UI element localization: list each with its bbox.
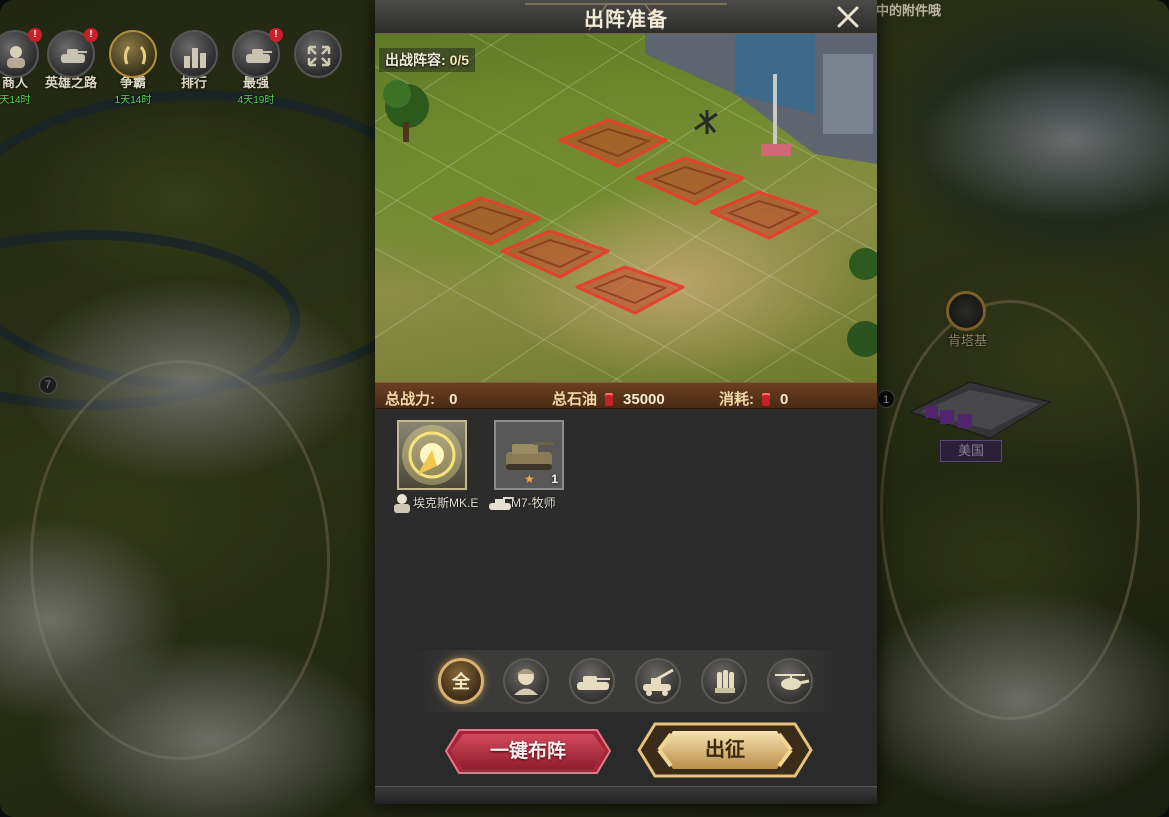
auto-deploy-button[interactable]: 一键布阵 bbox=[445, 729, 611, 774]
lineup-label: 出战阵容: bbox=[385, 52, 446, 68]
total-oil: 总石油 35000 bbox=[552, 388, 665, 409]
oil-label: 总石油 bbox=[552, 391, 598, 408]
activity-ranking[interactable]: 排行 bbox=[167, 30, 221, 100]
oil-icon bbox=[605, 393, 614, 406]
badge: ! bbox=[84, 28, 98, 42]
soldier-icon bbox=[514, 669, 538, 695]
stats-bar: 总战力: 0 总石油 35000 消耗: 0 bbox=[375, 382, 877, 409]
unit-level: 1 bbox=[551, 472, 558, 486]
hero-soldier-icon bbox=[402, 425, 462, 485]
battlefield-view: 出战阵容: 0/5 bbox=[375, 34, 877, 382]
activity-timer: 1天14时 bbox=[114, 95, 152, 106]
star-icon: ★ bbox=[524, 472, 535, 486]
power-label: 总战力: bbox=[385, 391, 435, 408]
deploy-slot[interactable] bbox=[558, 118, 668, 168]
deploy-slot[interactable] bbox=[431, 196, 541, 246]
missile-icon bbox=[715, 670, 735, 693]
cost-label: 消耗: bbox=[719, 391, 754, 408]
deploy-slot[interactable] bbox=[709, 190, 819, 240]
all-icon: 全 bbox=[452, 672, 470, 692]
deploy-slot[interactable] bbox=[635, 156, 745, 206]
battle-prep-panel: 出阵准备 出战阵容: 0/5 总战力: 0 总石油 35000 消耗: 0 埃克… bbox=[375, 0, 877, 804]
helicopter-icon bbox=[775, 674, 810, 690]
expand-icon bbox=[294, 30, 342, 78]
unit-name: 埃克斯MK.E bbox=[413, 496, 479, 510]
deploy-slot[interactable] bbox=[500, 229, 610, 279]
total-power: 总战力: 0 bbox=[385, 388, 458, 409]
panel-title: 出阵准备 bbox=[584, 9, 668, 31]
unit-card-m7[interactable]: 1 ★ bbox=[494, 420, 564, 490]
filter-artillery[interactable] bbox=[635, 658, 681, 704]
artillery-icon bbox=[643, 668, 674, 696]
oil-value: 35000 bbox=[623, 391, 665, 408]
filter-all[interactable]: 全 bbox=[438, 658, 484, 704]
cost-value: 0 bbox=[780, 391, 789, 408]
unit-roster: 埃克斯MK.E 1 ★ M7-牧师 bbox=[375, 409, 877, 647]
activity-timer: 天14时 bbox=[0, 95, 31, 106]
oil-icon bbox=[762, 393, 770, 406]
activity-merchant[interactable]: ! 商人 天14时 bbox=[0, 28, 42, 106]
badge: ! bbox=[269, 28, 283, 42]
unit-card-hero[interactable] bbox=[397, 420, 467, 490]
tank-icon bbox=[577, 676, 610, 690]
ranking-icon bbox=[170, 30, 218, 78]
auto-deploy-label: 一键布阵 bbox=[489, 741, 566, 762]
hero-type-icon bbox=[394, 494, 410, 513]
lineup-value: 0/5 bbox=[449, 52, 470, 68]
unit-type-filter-bar: 全 bbox=[410, 650, 842, 712]
filter-tank[interactable] bbox=[569, 658, 615, 704]
activity-hegemony[interactable]: 争霸 1天14时 bbox=[106, 30, 160, 106]
activity-timer: 4天19时 bbox=[237, 95, 275, 106]
deploy-button[interactable]: 出征 bbox=[637, 722, 813, 778]
badge: ! bbox=[28, 28, 42, 42]
panel-bottom-edge bbox=[375, 786, 877, 804]
close-icon[interactable] bbox=[835, 4, 861, 30]
laurel-icon bbox=[109, 30, 157, 78]
filter-helicopter[interactable] bbox=[767, 658, 813, 704]
oil-cost: 消耗: 0 bbox=[719, 388, 788, 409]
filter-soldier[interactable] bbox=[503, 658, 549, 704]
panel-header: 出阵准备 bbox=[375, 0, 877, 34]
power-value: 0 bbox=[449, 391, 458, 408]
notice-text: 中的附件哦 bbox=[876, 3, 942, 18]
unit-name: M7-牧师 bbox=[511, 496, 556, 510]
filter-missile[interactable] bbox=[701, 658, 747, 704]
activity-strongest[interactable]: ! 最强 4天19时 bbox=[229, 28, 283, 106]
fullscreen-button[interactable] bbox=[291, 30, 345, 100]
deployment-slots bbox=[431, 118, 819, 315]
activity-hero-road[interactable]: ! 英雄之路 bbox=[44, 28, 98, 100]
deploy-slot[interactable] bbox=[575, 265, 685, 315]
lineup-counter: 出战阵容: 0/5 bbox=[379, 48, 476, 72]
deploy-label: 出征 bbox=[705, 739, 745, 761]
